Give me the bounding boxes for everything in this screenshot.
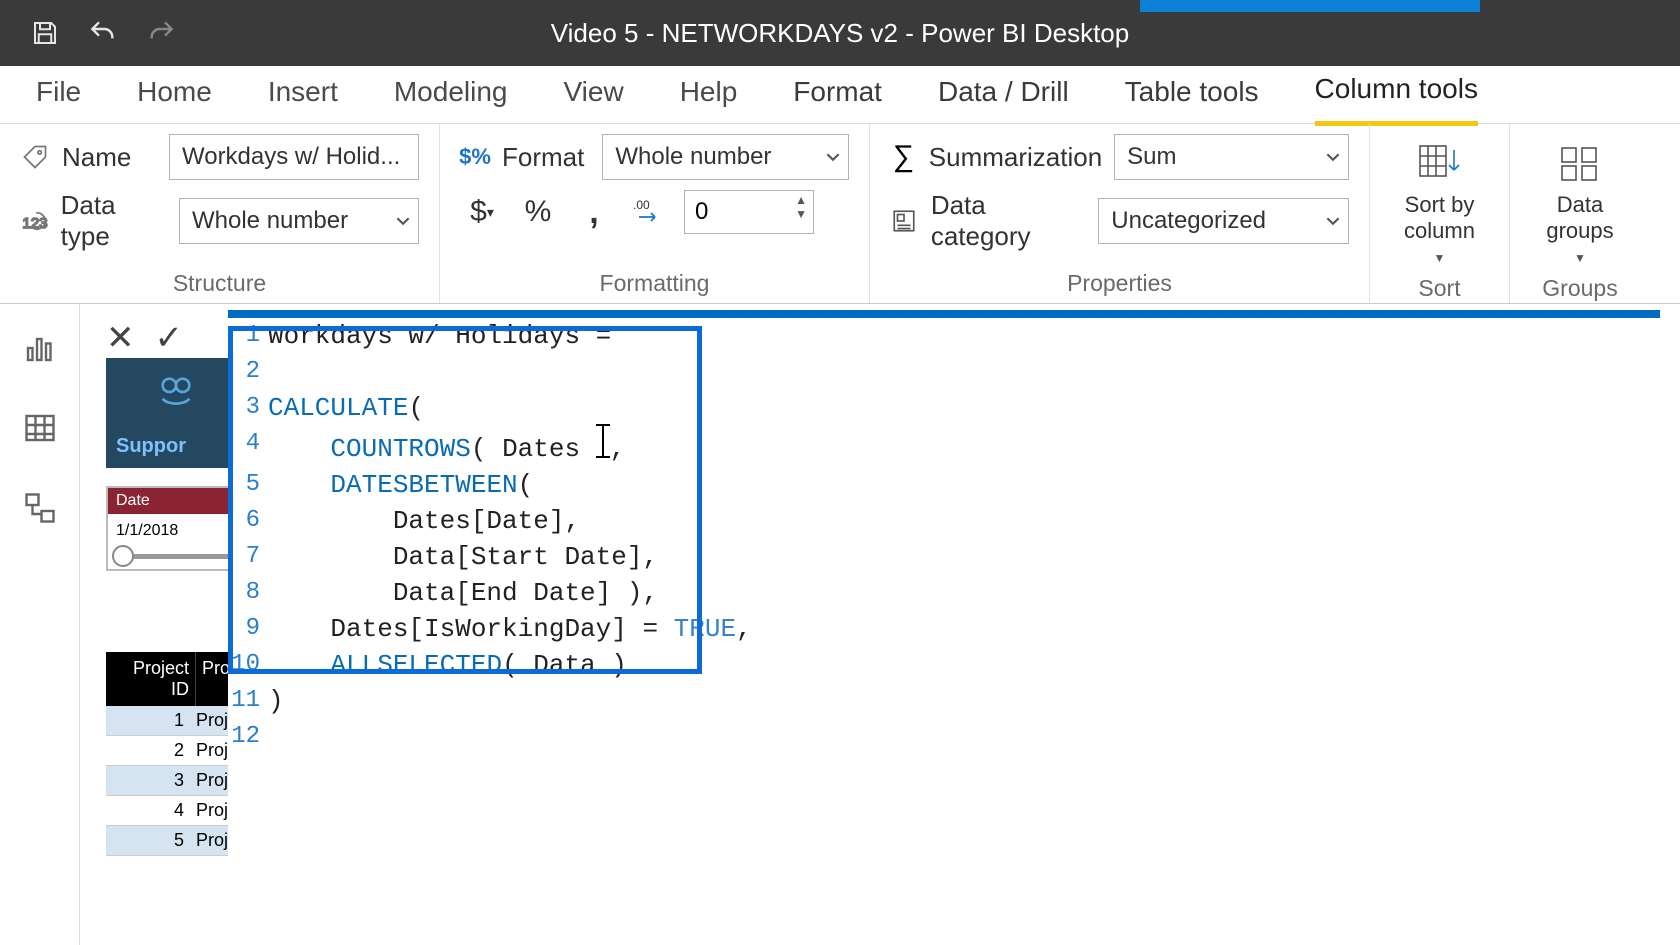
datatype-icon: 123	[20, 206, 49, 236]
summarization-value: Sum	[1127, 143, 1176, 171]
slicer-header: Date	[108, 488, 242, 514]
sort-icon	[1416, 138, 1464, 186]
tab-format[interactable]: Format	[793, 66, 882, 124]
formula-editor[interactable]: 1Workdays w/ Holidays = 2 3CALCULATE( 4 …	[228, 310, 1660, 945]
category-icon	[890, 206, 919, 236]
tab-modeling[interactable]: Modeling	[394, 66, 508, 124]
tab-help[interactable]: Help	[680, 66, 738, 124]
datatype-value: Whole number	[192, 207, 348, 235]
tab-datadrill[interactable]: Data / Drill	[938, 66, 1069, 124]
slider-thumb[interactable]	[112, 545, 134, 567]
groups-group-label: Groups	[1530, 269, 1630, 302]
name-label: Name	[62, 142, 131, 173]
left-nav	[0, 304, 80, 945]
tab-view[interactable]: View	[564, 66, 624, 124]
ribbon-group-structure: Name Workdays w/ Holid... 123 Data type …	[0, 124, 440, 303]
slicer-value: 1/1/2018	[108, 514, 242, 548]
tag-icon	[20, 142, 50, 172]
groups-icon	[1556, 138, 1604, 186]
datacategory-value: Uncategorized	[1111, 207, 1266, 235]
tab-insert[interactable]: Insert	[268, 66, 338, 124]
report-canvas: Suppor Date 1/1/2018 Project IDProj 1Pro…	[80, 304, 1680, 945]
ribbon-group-properties: ∑ Summarization Sum Data category Uncate…	[870, 124, 1370, 303]
name-value: Workdays w/ Holid...	[182, 143, 400, 171]
format-label: Format	[502, 142, 584, 173]
bg-date-slicer[interactable]: Date 1/1/2018	[106, 486, 244, 571]
format-combo[interactable]: Whole number	[602, 134, 849, 180]
spin-up-icon[interactable]: ▲	[795, 193, 807, 207]
commit-formula-button[interactable]: ✓	[155, 318, 184, 358]
datatype-label: Data type	[61, 190, 167, 252]
sort-label: Sort by column	[1404, 192, 1475, 245]
ribbon-group-formatting: $% Format Whole number $▾ % , .00 0 ▲▼	[440, 124, 870, 303]
table-row: 3Proje	[106, 766, 244, 796]
datacategory-label: Data category	[931, 190, 1086, 252]
cancel-formula-button[interactable]: ✕	[106, 318, 135, 358]
format-value: Whole number	[615, 143, 771, 171]
ribbon-group-groups: Data groups ▼ Groups	[1510, 124, 1650, 303]
bg-support-text: Suppor	[116, 435, 186, 458]
tab-home[interactable]: Home	[137, 66, 212, 124]
model-view-icon[interactable]	[20, 488, 60, 528]
sort-group-label: Sort	[1390, 269, 1489, 302]
bg-table: Project IDProj 1Proje 2Proje 3Proje 4Pro…	[106, 652, 244, 856]
chevron-down-icon: ▼	[1574, 251, 1586, 265]
datatype-combo[interactable]: Whole number	[179, 198, 419, 244]
app-title: Video 5 - NETWORKDAYS v2 - Power BI Desk…	[0, 18, 1680, 49]
chevron-down-icon	[1326, 214, 1340, 228]
thousands-button[interactable]: ,	[572, 190, 616, 234]
summarization-label: Summarization	[929, 142, 1102, 173]
summarization-combo[interactable]: Sum	[1114, 134, 1349, 180]
ribbon-group-sort: Sort by column ▼ Sort	[1370, 124, 1510, 303]
tab-columntools[interactable]: Column tools	[1315, 63, 1478, 126]
slicer-slider[interactable]	[108, 548, 242, 569]
table-row: 5Proje	[106, 826, 244, 856]
name-input[interactable]: Workdays w/ Holid...	[169, 134, 419, 180]
currency-button[interactable]: $▾	[460, 190, 504, 234]
report-view-icon[interactable]	[20, 328, 60, 368]
spin-down-icon[interactable]: ▼	[795, 207, 807, 221]
data-view-icon[interactable]	[20, 408, 60, 448]
format-icon: $%	[460, 142, 490, 172]
table-row: 1Proje	[106, 706, 244, 736]
text-cursor-icon	[596, 426, 610, 456]
groups-label: Data groups	[1546, 192, 1613, 245]
tab-tabletools[interactable]: Table tools	[1125, 66, 1259, 124]
svg-text:.00: .00	[633, 198, 650, 212]
sigma-icon: ∑	[890, 142, 917, 172]
menu-tabs: File Home Insert Modeling View Help Form…	[0, 66, 1680, 124]
properties-group-label: Properties	[890, 264, 1349, 297]
table-header: Project IDProj	[106, 652, 244, 706]
formatting-group-label: Formatting	[460, 264, 849, 297]
decimals-value: 0	[695, 198, 708, 226]
table-row: 4Proje	[106, 796, 244, 826]
sort-by-column-button[interactable]: Sort by column ▼	[1390, 134, 1489, 269]
chevron-down-icon	[1326, 150, 1340, 164]
ribbon: Name Workdays w/ Holid... 123 Data type …	[0, 124, 1680, 304]
title-bar: Video 5 - NETWORKDAYS v2 - Power BI Desk…	[0, 0, 1680, 66]
percent-button[interactable]: %	[516, 190, 560, 234]
decimals-spinner[interactable]: 0 ▲▼	[684, 190, 814, 234]
tab-file[interactable]: File	[36, 66, 81, 124]
structure-group-label: Structure	[20, 264, 419, 297]
chevron-down-icon	[396, 214, 410, 228]
bg-support-card: Suppor	[106, 358, 244, 468]
chevron-down-icon: ▼	[1434, 251, 1446, 265]
datacategory-combo[interactable]: Uncategorized	[1098, 198, 1349, 244]
chevron-down-icon	[826, 150, 840, 164]
ribbon-accent	[1140, 0, 1480, 12]
decimal-button[interactable]: .00	[628, 190, 672, 234]
data-groups-button[interactable]: Data groups ▼	[1530, 134, 1630, 269]
table-row: 2Proje	[106, 736, 244, 766]
